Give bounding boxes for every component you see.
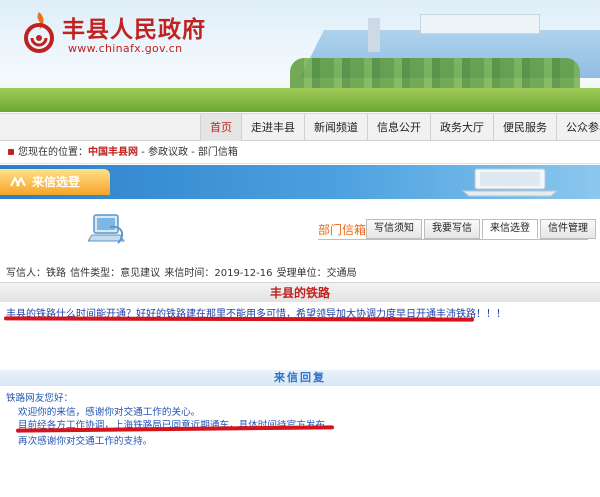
letter-title: 丰县的铁路 [0,282,600,302]
nav-item-news[interactable]: 新闻频道 [304,114,367,141]
reply-line: 欢迎你的来信，感谢你对交通工作的关心。 [18,407,201,418]
tab-write-letter[interactable]: 我要写信 [424,219,480,239]
reply-title: 来信回复 [0,370,600,386]
letter-meta: 写信人：铁路 信件类型：意见建议 来信时间：2019-12-16 受理单位：交通… [6,268,357,279]
breadcrumb-prefix: 您现在的位置： [18,147,88,158]
computer-mail-icon [88,214,125,244]
government-logo-icon[interactable] [22,10,56,54]
reply-line: 再次感谢你对交通工作的支持。 [18,436,153,447]
nav-item-public-services[interactable]: 便民服务 [493,114,556,141]
highlight-underline [3,316,475,322]
laptop-illustration-icon [461,168,559,197]
tab-writing-guide[interactable]: 写信须知 [366,219,422,239]
breadcrumb: 您现在的位置：中国丰县网 - 参政议政 - 部门信箱 [0,142,600,164]
nav-item-info-disclosure[interactable]: 信息公开 [367,114,430,141]
main-nav: 首页 走进丰县 新闻频道 信息公开 政务大厅 便民服务 公众参与 [0,113,600,141]
section-title: 来信选登 [32,175,81,189]
site-url: www.chinafx.gov.cn [68,42,183,55]
breadcrumb-path: - 参政议政 - 部门信箱 [138,147,238,158]
nav-item-participation[interactable]: 公众参与 [556,114,600,141]
banner-grass-image [0,88,600,112]
nav-item-service-hall[interactable]: 政务大厅 [430,114,493,141]
mailbox-header: 部门信箱 写信须知 我要写信 来信选登 信件管理 [0,205,600,255]
tabs-divider [318,239,588,240]
banner-building-image [420,14,540,34]
breadcrumb-home-link[interactable]: 中国丰县网 [88,147,138,158]
nav-item-about[interactable]: 走进丰县 [241,114,304,141]
mailbox-label: 部门信箱 [318,223,367,237]
section-tab: 来信选登 [0,169,110,195]
breadcrumb-bullet-icon [8,149,14,155]
reply-greeting: 铁路网友您好： [6,393,74,404]
header-banner: 丰县人民政府 www.chinafx.gov.cn [0,0,600,112]
double-chevron-icon [10,177,26,187]
banner-tower-image [368,18,380,52]
tab-letter-management[interactable]: 信件管理 [540,219,596,239]
nav-item-home[interactable]: 首页 [200,114,241,141]
section-band: 来信选登 [0,165,600,199]
site-title[interactable]: 丰县人民政府 [62,10,206,44]
nav-list: 首页 走进丰县 新闻频道 信息公开 政务大厅 便民服务 公众参与 [200,114,600,141]
tab-selected-letters[interactable]: 来信选登 [482,219,538,239]
mailbox-tabs: 写信须知 我要写信 来信选登 信件管理 [366,219,596,239]
